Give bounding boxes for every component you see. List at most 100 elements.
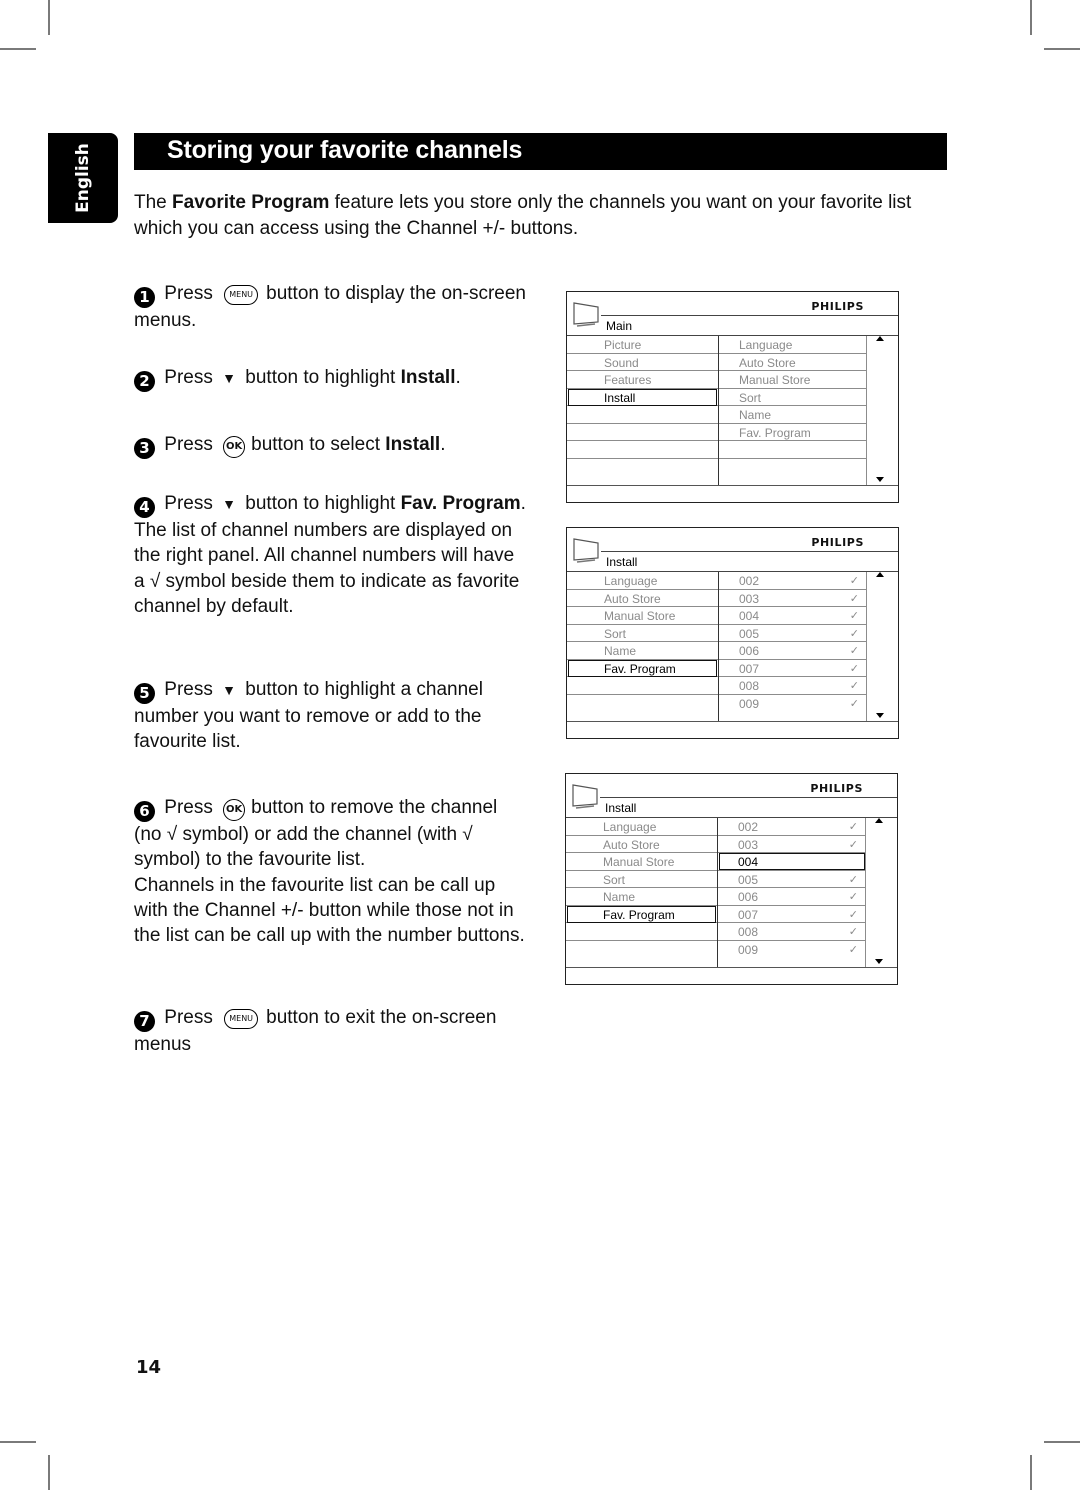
osd-screen-channel-removed: PHILIPS Install Language Auto Store Manual S…	[565, 773, 898, 985]
step-number: 5	[134, 683, 155, 704]
right-menu-item[interactable]: 007 ✓	[718, 906, 866, 923]
left-menu-item[interactable]: Fav. Program	[567, 659, 718, 677]
step-number: 4	[134, 497, 155, 518]
step-detail: Channels in the favourite list can be ca…	[134, 874, 525, 947]
menu-item-label: 009	[739, 696, 760, 711]
scrollbar[interactable]	[865, 818, 898, 967]
check-icon: ✓	[849, 610, 859, 622]
step-number: 7	[134, 1011, 155, 1032]
crop-mark	[1030, 1455, 1032, 1490]
menu-item-label: 006	[739, 644, 760, 658]
menu-grid: Language Auto Store Manual Store Sort Name Fa…	[567, 572, 867, 721]
right-menu-item[interactable]: 002 ✓	[719, 572, 867, 590]
scroll-down-arrow-icon[interactable]	[876, 477, 884, 482]
left-menu-item[interactable]: Features	[567, 371, 718, 389]
menu-item-label: Language	[739, 338, 793, 352]
right-menu-item[interactable]: Name	[719, 406, 867, 424]
left-menu-item[interactable]	[567, 424, 718, 441]
step-text: .	[455, 367, 461, 388]
left-menu-item[interactable]	[567, 441, 718, 459]
step-2: 2 Press ▼ button to highlight Install.	[134, 365, 529, 392]
menu-grid: Picture Sound Features Install Language Auto …	[567, 336, 867, 485]
left-menu-column: Language Auto Store Manual Store Sort Name Fa…	[567, 572, 718, 721]
left-menu-item[interactable]	[567, 695, 718, 713]
menu-item-label: Fav. Program	[603, 907, 675, 922]
crop-mark	[1044, 1441, 1080, 1443]
step-number: 2	[134, 371, 155, 392]
right-menu-item[interactable]: Sort	[719, 389, 867, 406]
right-menu-item[interactable]	[719, 441, 867, 459]
right-menu-item[interactable]: 004 ✓	[719, 607, 867, 625]
scroll-down-arrow-icon[interactable]	[876, 713, 884, 718]
selection-highlight	[568, 388, 717, 406]
menu-item-label: 004	[739, 609, 760, 623]
right-menu-item[interactable]: 006 ✓	[719, 642, 867, 660]
right-menu-item[interactable]: Fav. Program	[719, 424, 867, 441]
scroll-down-arrow-icon[interactable]	[875, 959, 883, 964]
right-menu-item[interactable]: 009 ✓	[719, 695, 867, 713]
right-menu-item[interactable]: 008 ✓	[719, 677, 867, 695]
right-menu-item[interactable]: 003 ✓	[718, 836, 866, 853]
left-menu-item[interactable]: Name	[566, 888, 717, 906]
scroll-up-arrow-icon[interactable]	[875, 818, 883, 823]
left-menu-item[interactable]	[567, 677, 718, 695]
left-menu-item[interactable]: Fav. Program	[566, 905, 717, 923]
tv-icon	[573, 302, 599, 327]
left-menu-item[interactable]	[566, 923, 717, 941]
left-menu-item[interactable]: Install	[567, 388, 718, 406]
menu-breadcrumb: Install	[606, 555, 638, 569]
step-text: Press	[164, 434, 213, 455]
check-icon: ✓	[848, 891, 858, 903]
left-menu-item[interactable]: Sort	[566, 871, 717, 888]
intro-bold-term: Favorite Program	[172, 192, 330, 213]
left-menu-item[interactable]: Sound	[567, 354, 718, 371]
right-menu-item[interactable]: Language	[719, 336, 867, 354]
menu-item-label: Name	[603, 890, 636, 904]
check-icon: ✓	[849, 592, 859, 605]
step-bold: Install	[385, 434, 441, 455]
header-divider	[600, 797, 897, 798]
scrollbar[interactable]	[866, 572, 899, 721]
brand-logo: PHILIPS	[811, 300, 864, 313]
step-detail: The list of channel numbers are displaye…	[134, 520, 520, 617]
right-menu-item[interactable]: 009 ✓	[718, 941, 866, 959]
scroll-up-arrow-icon[interactable]	[876, 336, 884, 341]
step-text: Press	[164, 283, 213, 304]
left-menu-item[interactable]: Name	[567, 642, 718, 660]
right-menu-item[interactable]: 005 ✓	[719, 625, 867, 642]
left-menu-item[interactable]	[567, 406, 718, 424]
right-menu-item[interactable]: 004	[718, 853, 866, 871]
page-title: Storing your favorite channels	[167, 136, 523, 164]
section-title-bar: Storing your favorite channels	[134, 133, 947, 170]
left-menu-item[interactable]: Language	[566, 818, 717, 836]
scrollbar[interactable]	[866, 336, 899, 485]
left-menu-item[interactable]: Auto Store	[566, 836, 717, 853]
left-menu-item[interactable]	[567, 459, 718, 477]
page-number: 14	[136, 1357, 162, 1378]
left-menu-item[interactable]: Sort	[567, 625, 718, 642]
left-menu-item[interactable]: Manual Store	[566, 853, 717, 871]
left-menu-item[interactable]: Picture	[567, 336, 718, 354]
left-menu-item[interactable]	[566, 941, 717, 959]
right-menu-item[interactable]: 008 ✓	[718, 923, 866, 941]
step-number: 3	[134, 438, 155, 459]
right-menu-item[interactable]: 007 ✓	[719, 660, 867, 677]
left-menu-item[interactable]: Manual Store	[567, 607, 718, 625]
step-7: 7 Press MENU button to exit the on-screen…	[134, 1005, 529, 1057]
right-menu-item[interactable]	[719, 459, 867, 477]
menu-item-label: 002	[739, 574, 760, 588]
right-menu-item[interactable]: Auto Store	[719, 354, 867, 371]
right-menu-item[interactable]: 003 ✓	[719, 590, 867, 607]
crop-mark	[48, 1455, 50, 1490]
right-menu-item[interactable]: 006 ✓	[718, 888, 866, 906]
menu-item-label: 008	[738, 925, 759, 939]
step-6: 6 Press OK button to remove the channel (…	[134, 795, 529, 948]
left-menu-item[interactable]: Auto Store	[567, 590, 718, 607]
menu-item-label: Sort	[604, 626, 627, 641]
right-menu-item[interactable]: 002 ✓	[718, 818, 866, 836]
right-menu-item[interactable]: Manual Store	[719, 371, 867, 389]
right-menu-item[interactable]: 005 ✓	[718, 871, 866, 888]
left-menu-item[interactable]: Language	[567, 572, 718, 590]
scroll-up-arrow-icon[interactable]	[876, 572, 884, 577]
menu-item-label: 005	[738, 872, 759, 887]
